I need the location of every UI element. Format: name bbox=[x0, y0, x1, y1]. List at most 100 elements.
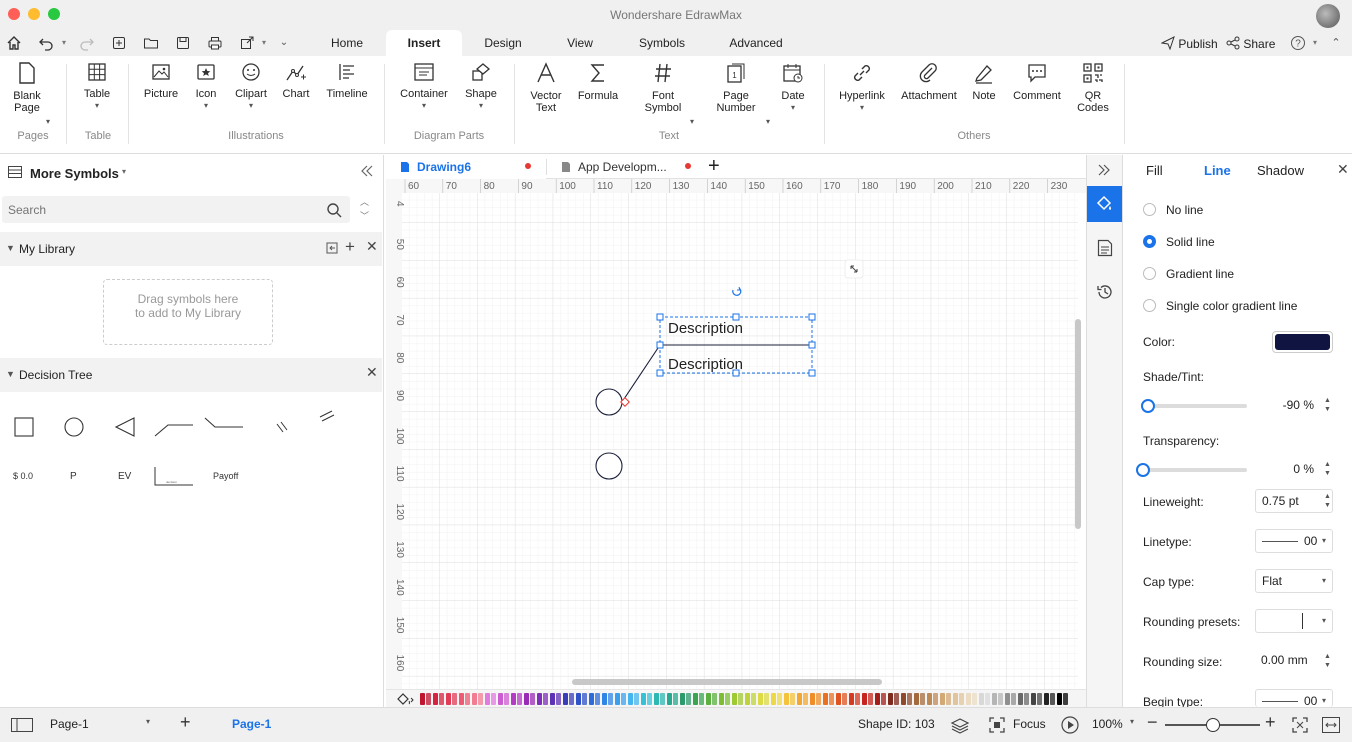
hyperlink-button[interactable]: Hyperlink ▾ bbox=[834, 62, 890, 114]
clipart-dropdown-icon[interactable]: ▾ bbox=[230, 100, 272, 112]
shape-ev-label[interactable]: EV bbox=[118, 471, 131, 482]
color-swatch[interactable] bbox=[634, 693, 639, 705]
color-swatch[interactable] bbox=[1050, 693, 1055, 705]
shade-slider[interactable] bbox=[1141, 399, 1247, 413]
color-swatch[interactable] bbox=[686, 693, 691, 705]
shade-stepper-icon[interactable]: ▲ ▼ bbox=[1324, 396, 1331, 414]
chance-node[interactable] bbox=[595, 388, 623, 416]
lineweight-field[interactable]: 0.75 pt bbox=[1255, 489, 1333, 513]
color-swatch[interactable] bbox=[491, 693, 496, 705]
description-label-bottom[interactable]: Description bbox=[668, 356, 743, 373]
zoom-dropdown-icon[interactable]: ▾ bbox=[1130, 717, 1134, 726]
expand-panel-icon[interactable] bbox=[1097, 163, 1111, 180]
new-file-icon[interactable] bbox=[111, 35, 127, 51]
color-swatch[interactable] bbox=[868, 693, 873, 705]
collapse-ribbon-icon[interactable]: ⌃ bbox=[1328, 35, 1344, 51]
blank-page-button[interactable]: Blank Page ▾ bbox=[6, 62, 50, 126]
color-swatch[interactable] bbox=[875, 693, 880, 705]
color-swatch[interactable] bbox=[602, 693, 607, 705]
color-swatch[interactable] bbox=[985, 693, 990, 705]
table-dropdown-icon[interactable]: ▾ bbox=[76, 100, 118, 112]
search-icon[interactable] bbox=[326, 202, 342, 218]
color-swatch[interactable] bbox=[446, 693, 451, 705]
more-symbols-dropdown-icon[interactable]: ▾ bbox=[122, 167, 126, 176]
chart-button[interactable]: Chart bbox=[276, 62, 316, 100]
color-swatch[interactable] bbox=[621, 693, 626, 705]
color-swatch[interactable] bbox=[797, 693, 802, 705]
expand-triangle-icon[interactable]: ▼ bbox=[6, 243, 15, 253]
begin-type-dropdown[interactable]: 00 ▾ bbox=[1255, 689, 1333, 708]
description-label-top[interactable]: Description bbox=[668, 320, 743, 337]
page-tab[interactable]: Page-1 bbox=[232, 717, 271, 731]
zoom-value[interactable]: 100% bbox=[1092, 717, 1123, 731]
color-swatch[interactable] bbox=[452, 693, 457, 705]
color-swatch[interactable] bbox=[946, 693, 951, 705]
color-swatch[interactable] bbox=[511, 693, 516, 705]
color-swatch[interactable] bbox=[764, 693, 769, 705]
color-swatch[interactable] bbox=[628, 693, 633, 705]
color-swatch[interactable] bbox=[966, 693, 971, 705]
shape-break-mark[interactable] bbox=[276, 421, 288, 433]
color-swatch[interactable] bbox=[842, 693, 847, 705]
paint-bucket-icon[interactable] bbox=[396, 692, 414, 706]
color-swatch[interactable] bbox=[784, 693, 789, 705]
my-library-header[interactable]: ▼ My Library + ✕ bbox=[0, 232, 382, 266]
color-swatch[interactable] bbox=[738, 693, 743, 705]
lineweight-stepper-icon[interactable]: ▲ ▼ bbox=[1324, 492, 1331, 510]
color-swatch[interactable] bbox=[790, 693, 795, 705]
color-swatch[interactable] bbox=[680, 693, 685, 705]
shape-branch-up[interactable] bbox=[154, 424, 193, 437]
color-swatch[interactable] bbox=[569, 693, 574, 705]
import-library-icon[interactable] bbox=[326, 242, 338, 254]
color-swatch[interactable] bbox=[979, 693, 984, 705]
color-swatch[interactable] bbox=[582, 693, 587, 705]
color-swatch[interactable] bbox=[998, 693, 1003, 705]
color-swatch[interactable] bbox=[1031, 693, 1036, 705]
color-swatch[interactable] bbox=[699, 693, 704, 705]
collapse-panel-icon[interactable] bbox=[360, 164, 374, 181]
shape-double-slash[interactable] bbox=[319, 410, 335, 422]
color-swatch[interactable] bbox=[1063, 693, 1068, 705]
color-swatch[interactable] bbox=[732, 693, 737, 705]
color-swatch[interactable] bbox=[530, 693, 535, 705]
color-swatch[interactable] bbox=[641, 693, 646, 705]
style-tab-button[interactable] bbox=[1087, 186, 1123, 222]
color-swatch[interactable] bbox=[771, 693, 776, 705]
color-swatch[interactable] bbox=[907, 693, 912, 705]
more-symbols-title[interactable]: More Symbols bbox=[30, 166, 119, 181]
color-swatch[interactable] bbox=[420, 693, 425, 705]
color-swatch[interactable] bbox=[550, 693, 555, 705]
fit-page-icon[interactable] bbox=[1292, 717, 1308, 733]
page-properties-icon[interactable] bbox=[1097, 239, 1113, 260]
color-swatch[interactable] bbox=[992, 693, 997, 705]
new-tab-icon[interactable]: + bbox=[708, 156, 720, 176]
linetype-dropdown[interactable]: 00 ▾ bbox=[1255, 529, 1333, 553]
font-symbol-button[interactable]: Font Symbol ▾ bbox=[638, 62, 694, 126]
color-swatch[interactable] bbox=[953, 693, 958, 705]
formula-button[interactable]: Formula bbox=[574, 62, 622, 102]
color-swatch[interactable] bbox=[563, 693, 568, 705]
date-button[interactable]: Date ▾ bbox=[774, 62, 812, 114]
color-swatch[interactable] bbox=[433, 693, 438, 705]
zoom-in-icon[interactable]: + bbox=[1265, 712, 1276, 733]
color-swatch[interactable] bbox=[1018, 693, 1023, 705]
vector-text-button[interactable]: Vector Text bbox=[524, 62, 568, 114]
close-library-icon[interactable]: ✕ bbox=[366, 238, 378, 255]
color-swatch[interactable] bbox=[920, 693, 925, 705]
fullscreen-icon[interactable] bbox=[1322, 717, 1340, 733]
add-library-icon[interactable]: + bbox=[345, 237, 355, 257]
transparency-stepper-icon[interactable]: ▲ ▼ bbox=[1324, 460, 1331, 478]
color-swatch[interactable] bbox=[459, 693, 464, 705]
color-swatch[interactable] bbox=[972, 693, 977, 705]
tab-fill[interactable]: Fill bbox=[1146, 163, 1163, 178]
color-swatch[interactable] bbox=[914, 693, 919, 705]
table-button[interactable]: Table ▾ bbox=[76, 62, 118, 112]
zoom-out-icon[interactable]: − bbox=[1147, 712, 1158, 733]
page-number-dropdown-icon[interactable]: ▾ bbox=[766, 116, 770, 128]
expand-triangle-icon[interactable]: ▼ bbox=[6, 369, 15, 379]
tab-symbols[interactable]: Symbols bbox=[630, 30, 694, 56]
color-swatch[interactable] bbox=[465, 693, 470, 705]
color-swatch[interactable] bbox=[855, 693, 860, 705]
help-icon[interactable]: ? bbox=[1290, 35, 1306, 51]
color-swatch[interactable] bbox=[498, 693, 503, 705]
